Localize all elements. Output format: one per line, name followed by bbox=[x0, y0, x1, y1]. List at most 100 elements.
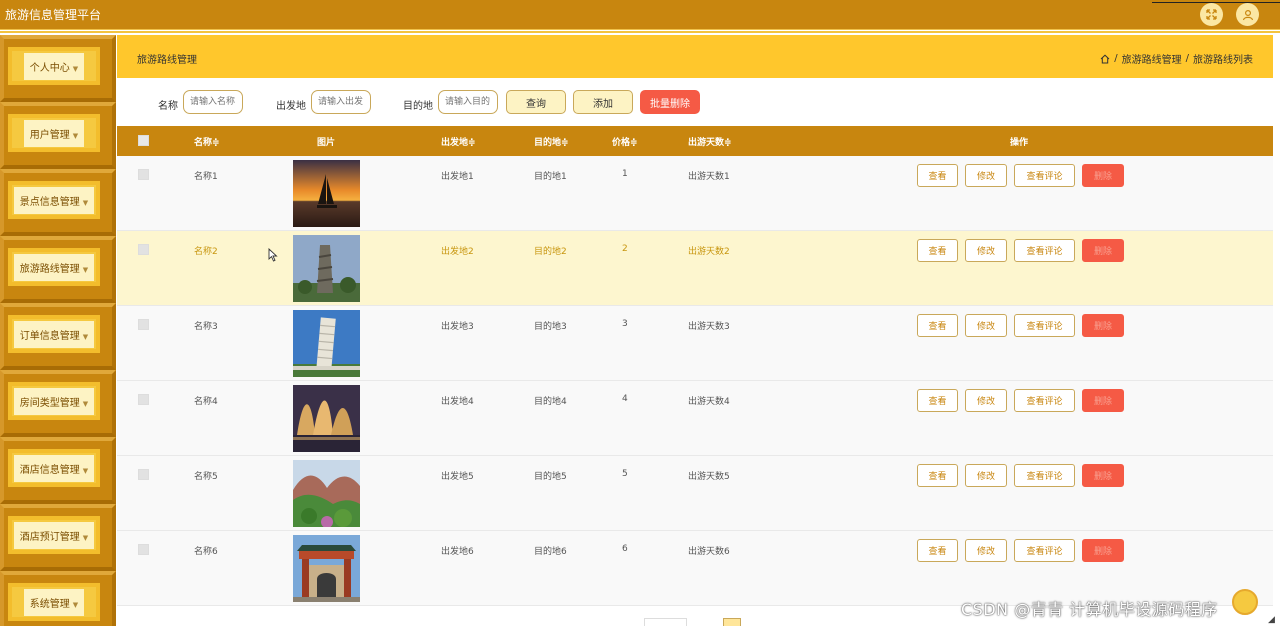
sidebar-item-label: 酒店信息管理 bbox=[19, 464, 80, 476]
sidebar-item-room-types[interactable]: 房间类型管理 ▼ bbox=[0, 370, 116, 437]
batch-delete-button[interactable]: 批量删除 bbox=[640, 90, 700, 114]
sidebar-item-orders[interactable]: 订单信息管理 ▼ bbox=[0, 303, 116, 370]
view-button[interactable]: 查看 bbox=[917, 389, 958, 412]
pagination-input[interactable] bbox=[644, 618, 687, 626]
edit-button[interactable]: 修改 bbox=[965, 239, 1007, 262]
route-destination: 目的地3 bbox=[534, 322, 567, 332]
view-comments-button[interactable]: 查看评论 bbox=[1014, 539, 1075, 562]
view-comments-button[interactable]: 查看评论 bbox=[1014, 164, 1075, 187]
route-days: 出游天数3 bbox=[688, 322, 730, 332]
expand-icon[interactable] bbox=[1200, 3, 1223, 26]
delete-button[interactable]: 删除 bbox=[1082, 164, 1124, 187]
name-search-input[interactable] bbox=[183, 90, 243, 114]
route-destination: 目的地5 bbox=[534, 472, 567, 482]
user-icon[interactable] bbox=[1236, 3, 1259, 26]
delete-button[interactable]: 删除 bbox=[1082, 389, 1124, 412]
delete-button[interactable]: 删除 bbox=[1082, 239, 1124, 262]
view-comments-button[interactable]: 查看评论 bbox=[1014, 389, 1075, 412]
add-button[interactable]: 添加 bbox=[573, 90, 633, 114]
route-image bbox=[293, 385, 360, 452]
table-header: 名称≑ 图片 出发地≑ 目的地≑ 价格≑ 出游天数≑ 操作 bbox=[117, 126, 1273, 156]
delete-button[interactable]: 删除 bbox=[1082, 539, 1124, 562]
view-comments-button[interactable]: 查看评论 bbox=[1014, 464, 1075, 487]
caret-down-icon: ▼ bbox=[72, 64, 79, 73]
table-row: 名称1 出发地1 目的地1 1 出游天数1 查看 修改 查看评论 删除 bbox=[117, 156, 1273, 231]
sidebar-item-user-management[interactable]: 用户管理 ▼ bbox=[0, 102, 116, 169]
view-button[interactable]: 查看 bbox=[917, 464, 958, 487]
breadcrumb-separator: / bbox=[1185, 53, 1189, 64]
route-price: 4 bbox=[622, 394, 628, 404]
sidebar: 个人中心 ▼ 用户管理 ▼ 景点信息管理 ▼ 旅游路线管理 ▼ 订单信息管理 ▼ 房间类型… bbox=[0, 35, 117, 626]
caret-down-icon: ▼ bbox=[72, 131, 79, 140]
route-origin: 出发地3 bbox=[441, 322, 474, 332]
row-checkbox[interactable] bbox=[138, 469, 149, 480]
edit-button[interactable]: 修改 bbox=[965, 164, 1007, 187]
sidebar-item-hotel-bookings[interactable]: 酒店预订管理 ▼ bbox=[0, 504, 116, 571]
edit-button[interactable]: 修改 bbox=[965, 539, 1007, 562]
view-button[interactable]: 查看 bbox=[917, 539, 958, 562]
column-header-price[interactable]: 价格≑ bbox=[612, 135, 638, 148]
route-days: 出游天数5 bbox=[688, 472, 730, 482]
row-checkbox[interactable] bbox=[138, 244, 149, 255]
route-origin: 出发地1 bbox=[441, 172, 474, 182]
route-origin: 出发地4 bbox=[441, 397, 474, 407]
origin-label: 出发地 bbox=[276, 101, 306, 112]
column-header-origin[interactable]: 出发地≑ bbox=[441, 135, 476, 148]
route-price: 2 bbox=[622, 244, 628, 254]
breadcrumb: / 旅游路线管理 / 旅游路线列表 bbox=[1100, 51, 1253, 66]
edit-button[interactable]: 修改 bbox=[965, 389, 1007, 412]
view-button[interactable]: 查看 bbox=[917, 239, 958, 262]
edit-button[interactable]: 修改 bbox=[965, 464, 1007, 487]
top-stripe bbox=[0, 29, 1280, 33]
view-button[interactable]: 查看 bbox=[917, 164, 958, 187]
query-button[interactable]: 查询 bbox=[506, 90, 566, 114]
view-comments-button[interactable]: 查看评论 bbox=[1014, 239, 1075, 262]
sidebar-item-label: 景点信息管理 bbox=[19, 196, 80, 208]
column-header-days[interactable]: 出游天数≑ bbox=[688, 135, 732, 148]
view-comments-button[interactable]: 查看评论 bbox=[1014, 314, 1075, 337]
sidebar-item-system[interactable]: 系统管理 ▼ bbox=[0, 571, 116, 626]
breadcrumb-item-routes[interactable]: 旅游路线管理 bbox=[1122, 51, 1182, 66]
route-image bbox=[293, 310, 360, 377]
sidebar-item-label: 酒店预订管理 bbox=[19, 531, 80, 543]
column-header-destination[interactable]: 目的地≑ bbox=[534, 135, 569, 148]
sidebar-item-label: 个人中心 bbox=[29, 62, 70, 74]
delete-button[interactable]: 删除 bbox=[1082, 314, 1124, 337]
row-checkbox[interactable] bbox=[138, 394, 149, 405]
route-origin: 出发地6 bbox=[441, 547, 474, 557]
mouse-cursor-icon bbox=[268, 248, 278, 262]
sidebar-item-routes[interactable]: 旅游路线管理 ▼ bbox=[0, 236, 116, 303]
route-name: 名称2 bbox=[194, 247, 218, 257]
view-button[interactable]: 查看 bbox=[917, 314, 958, 337]
route-name: 名称4 bbox=[194, 397, 218, 407]
delete-button[interactable]: 删除 bbox=[1082, 464, 1124, 487]
column-header-image: 图片 bbox=[317, 138, 336, 148]
select-all-checkbox[interactable] bbox=[138, 135, 149, 146]
table-row: 名称5 出发地5 目的地5 5 出游天数5 查看 修改 查看评论 删除 bbox=[117, 456, 1273, 531]
home-icon[interactable] bbox=[1100, 54, 1110, 64]
pagination-current-page[interactable] bbox=[723, 618, 741, 626]
route-image bbox=[293, 460, 360, 527]
column-header-name[interactable]: 名称≑ bbox=[194, 135, 220, 148]
route-days: 出游天数2 bbox=[688, 247, 730, 257]
route-destination: 目的地2 bbox=[534, 247, 567, 257]
top-bar-actions bbox=[1200, 3, 1259, 26]
search-bar: 名称 出发地 目的地 查询 添加 批量删除 bbox=[117, 90, 1273, 116]
breadcrumb-separator: / bbox=[1114, 53, 1118, 64]
row-checkbox[interactable] bbox=[138, 544, 149, 555]
edit-button[interactable]: 修改 bbox=[965, 314, 1007, 337]
route-days: 出游天数1 bbox=[688, 172, 730, 182]
destination-search-input[interactable] bbox=[438, 90, 498, 114]
row-checkbox[interactable] bbox=[138, 319, 149, 330]
sidebar-item-hotels[interactable]: 酒店信息管理 ▼ bbox=[0, 437, 116, 504]
sidebar-item-personal-center[interactable]: 个人中心 ▼ bbox=[0, 35, 116, 102]
sidebar-item-attractions[interactable]: 景点信息管理 ▼ bbox=[0, 169, 116, 236]
top-bar: 旅游信息管理平台 bbox=[0, 0, 1280, 29]
route-destination: 目的地4 bbox=[534, 397, 567, 407]
caret-down-icon: ▼ bbox=[72, 600, 79, 609]
table-row: 名称2 出发地2 目的地2 2 出游天数2 查看 修改 查看评论 删除 bbox=[117, 231, 1273, 306]
origin-search-input[interactable] bbox=[311, 90, 371, 114]
row-checkbox[interactable] bbox=[138, 169, 149, 180]
sidebar-item-label: 房间类型管理 bbox=[19, 397, 80, 409]
floating-action-button[interactable] bbox=[1232, 589, 1258, 615]
